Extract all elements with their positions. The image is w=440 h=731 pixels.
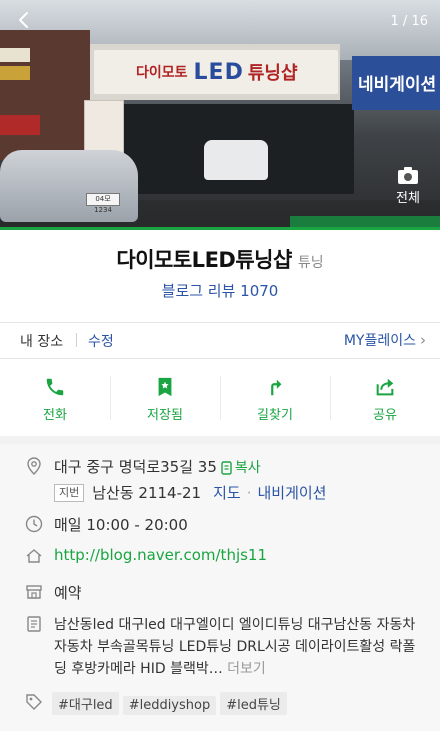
more-button[interactable]: 더보기	[227, 661, 266, 677]
bookmark-star-icon	[158, 377, 172, 397]
photo-right-shop: 네비게이션	[352, 56, 440, 110]
clock-icon	[24, 514, 44, 534]
photo-sign-small-text: 다이모토	[136, 65, 188, 81]
place-name: 다이모토LED튜닝샵	[116, 248, 292, 272]
reservation-link[interactable]: 예약	[54, 582, 82, 603]
back-button[interactable]	[14, 10, 40, 36]
home-icon	[24, 546, 44, 566]
dot-separator: ·	[246, 484, 252, 502]
hours-text: 매일 10:00 - 20:00	[54, 516, 188, 534]
section-spacer	[0, 436, 440, 444]
navigation-link[interactable]: 내비게이션	[257, 484, 326, 502]
share-label: 공유	[373, 408, 397, 423]
view-all-photos-button[interactable]: 전체	[388, 165, 428, 206]
website-link[interactable]: http://blog.naver.com/thjs11	[54, 546, 267, 564]
my-places-label: MY플레이스	[343, 333, 416, 349]
directions-label: 길찾기	[257, 408, 293, 423]
place-category: 튜닝	[297, 255, 324, 271]
tag-item[interactable]: #led튜닝	[220, 692, 287, 715]
store-icon	[24, 582, 44, 602]
back-arrow-icon	[19, 12, 28, 28]
copy-label: 복사	[234, 460, 261, 476]
save-label: 저장됨	[147, 408, 183, 423]
tag-list: #대구led #leddiyshop #led튜닝	[52, 692, 291, 715]
jibun-line: 지번 남산동 2114-21 지도 · 내비게이션	[54, 482, 327, 503]
directions-icon	[271, 379, 282, 396]
divider	[0, 358, 440, 359]
photo-vertical-sign	[84, 100, 124, 154]
photo-shop-sign: 다이모토 LED 튜닝샵	[94, 50, 338, 94]
description-text: 남산동led 대구led 대구엘이디 엘이디튜닝 대구남산동 자동차 자동차 부…	[54, 614, 426, 680]
call-label: 전화	[43, 408, 67, 423]
share-icon	[376, 378, 394, 396]
phone-icon	[46, 378, 64, 396]
photo-license-plate: 04모1234	[86, 193, 120, 214]
action-bar: 전화 저장됨 길찾기 공유	[0, 366, 440, 430]
jibun-badge: 지번	[54, 484, 85, 502]
my-place-label: 내 장소	[20, 334, 64, 350]
tag-icon	[24, 692, 44, 712]
call-button[interactable]: 전화	[0, 366, 110, 430]
address-line: 대구 중구 명덕로35길 35 복사	[54, 456, 261, 477]
location-pin-icon	[24, 456, 44, 476]
photo-phone-strip	[290, 216, 440, 227]
photo-sign-left-1	[0, 48, 30, 62]
photo-silver-car	[0, 150, 138, 222]
share-button[interactable]: 공유	[330, 366, 440, 430]
place-title-block: 다이모토LED튜닝샵 튜닝 블로그 리뷰 1070	[0, 230, 440, 322]
description-row: 남산동led 대구led 대구엘이디 엘이디튜닝 대구남산동 자동차 자동차 부…	[0, 614, 440, 686]
place-info: 대구 중구 명덕로35길 35 복사 지번 남산동 2114-21 지도 · 내비게이션 …	[0, 444, 440, 731]
photo-right-sign-text: 네비게이션	[358, 75, 437, 95]
my-places-button[interactable]: MY플레이스 ›	[344, 330, 426, 350]
address-text: 대구 중구 명덕로35길 35	[54, 458, 217, 476]
tab-separator	[76, 333, 77, 347]
view-all-label: 전체	[396, 191, 420, 206]
edit-button[interactable]: 수정	[88, 331, 114, 351]
photo-sign-led-text: LED	[193, 59, 244, 85]
map-link[interactable]: 지도	[213, 484, 241, 502]
copy-icon	[221, 461, 232, 475]
tag-item[interactable]: #대구led	[52, 692, 119, 715]
copy-address-button[interactable]: 복사	[221, 460, 261, 476]
photo-sign-left-2	[0, 66, 30, 80]
tag-item[interactable]: #leddiyshop	[122, 696, 217, 715]
photo-white-car	[204, 140, 268, 180]
photo-sign-left-3	[0, 115, 40, 135]
photo-counter: 1 / 16	[390, 14, 428, 29]
photo-sign-tuning-text: 튜닝샵	[247, 63, 298, 84]
chevron-right-icon: ›	[420, 331, 426, 349]
place-photo[interactable]: 다이모토 LED 튜닝샵 네비게이션 04모1234 1 / 16 전체	[0, 0, 440, 227]
directions-button[interactable]: 길찾기	[220, 366, 330, 430]
jibun-address: 남산동 2114-21	[92, 484, 202, 502]
save-button[interactable]: 저장됨	[110, 366, 220, 430]
camera-icon	[398, 167, 418, 184]
document-icon	[24, 614, 44, 634]
blog-review-link[interactable]: 블로그 리뷰 1070	[0, 280, 440, 301]
my-place-bar: 내 장소 수정 MY플레이스 ›	[0, 322, 440, 358]
